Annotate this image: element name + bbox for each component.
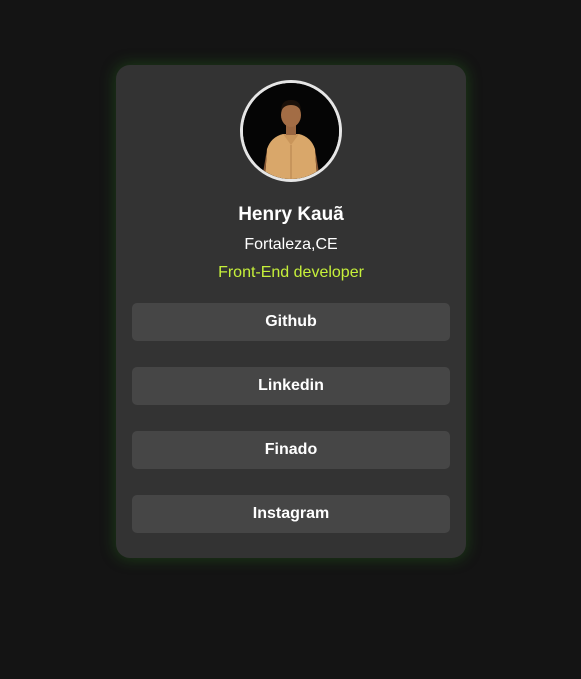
instagram-link-button[interactable]: Instagram (132, 495, 450, 533)
finado-link-button[interactable]: Finado (132, 431, 450, 469)
github-link-button[interactable]: Github (132, 303, 450, 341)
linkedin-link-button[interactable]: Linkedin (132, 367, 450, 405)
profile-name: Henry Kauã (238, 204, 344, 225)
profile-role: Front-End developer (218, 264, 364, 281)
profile-location: Fortaleza,CE (244, 236, 338, 253)
profile-photo-icon (243, 83, 339, 179)
links-list: Github Linkedin Finado Instagram (132, 303, 450, 559)
avatar (240, 80, 342, 182)
profile-card: Henry Kauã Fortaleza,CE Front-End develo… (116, 65, 466, 558)
